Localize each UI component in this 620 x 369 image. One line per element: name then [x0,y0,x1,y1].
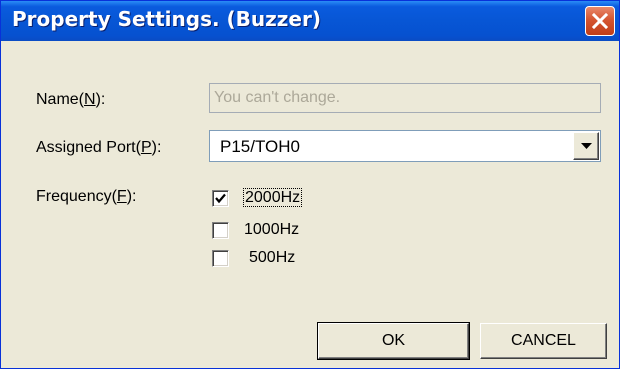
frequency-500hz-label: 500Hz [249,249,296,266]
dropdown-button[interactable] [573,132,599,160]
frequency-label-suffix: ): [126,188,137,205]
close-icon [591,12,609,30]
frequency-label: Frequency(F): [36,188,136,206]
name-label-suffix: ): [95,91,106,108]
title-bar[interactable]: Property Settings. (Buzzer) [1,1,619,41]
name-label-prefix: Name( [36,91,85,108]
assigned-port-label-prefix: Assigned Port( [36,139,141,156]
assigned-port-label: Assigned Port(P): [36,139,161,157]
frequency-label-prefix: Frequency( [36,188,117,205]
assigned-port-select[interactable]: P15/TOH0 [209,130,601,162]
assigned-port-label-suffix: ): [151,139,162,156]
chevron-down-icon [581,143,592,149]
assigned-port-value: P15/TOH0 [220,137,301,156]
frequency-1000hz-label: 1000Hz [244,221,300,238]
frequency-500hz-checkbox[interactable] [212,250,229,267]
close-button[interactable] [585,6,615,36]
name-label: Name(N): [36,91,105,109]
cancel-button[interactable]: CANCEL [480,323,607,359]
window-title: Property Settings. (Buzzer) [12,7,322,31]
name-label-accesskey: N [84,91,96,108]
frequency-label-accesskey: F [116,188,127,205]
property-settings-dialog: Property Settings. (Buzzer) Name(N): Ass… [0,0,620,369]
frequency-2000hz-label: 2000Hz [242,188,303,207]
frequency-2000hz-checkbox[interactable] [212,190,229,207]
check-icon [215,193,226,204]
ok-button[interactable]: OK [317,322,470,360]
frequency-1000hz-checkbox[interactable] [212,222,229,239]
name-field[interactable] [209,83,601,113]
assigned-port-label-accesskey: P [140,139,152,156]
